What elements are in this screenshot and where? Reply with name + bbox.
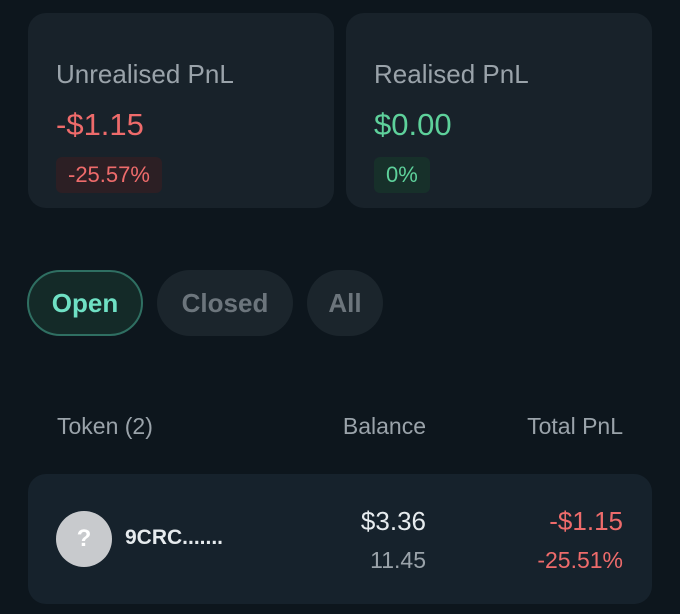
realised-pnl-percent-badge: 0% — [374, 157, 430, 193]
tab-all[interactable]: All — [307, 270, 383, 336]
total-pnl-usd: -$1.15 — [549, 506, 623, 536]
unrealised-pnl-card: Unrealised PnL -$1.15 -25.57% — [28, 13, 334, 208]
token-avatar: ? — [56, 511, 112, 567]
token-name: 9CRC....... — [125, 526, 224, 549]
balance-usd: $3.36 — [360, 506, 426, 536]
unrealised-pnl-percent-badge: -25.57% — [56, 157, 162, 193]
total-pnl-percent: -25.51% — [537, 547, 623, 573]
table-row[interactable]: ? 9CRC....... $3.36 11.45 -$1.15 -25.51% — [28, 474, 652, 604]
unrealised-pnl-amount: -$1.15 — [56, 107, 144, 142]
token-column-header: Token (2) — [57, 413, 153, 439]
realised-pnl-amount: $0.00 — [374, 107, 452, 142]
realised-pnl-label: Realised PnL — [374, 59, 529, 89]
total-pnl-column-header: Total PnL — [527, 413, 623, 439]
balance-column-header: Balance — [342, 413, 426, 439]
balance-amount: 11.45 — [370, 547, 426, 573]
realised-pnl-card: Realised PnL $0.00 0% — [346, 13, 652, 208]
tab-open[interactable]: Open — [27, 270, 143, 336]
tab-closed[interactable]: Closed — [157, 270, 293, 336]
question-mark-icon: ? — [76, 525, 92, 552]
unrealised-pnl-label: Unrealised PnL — [56, 59, 234, 89]
